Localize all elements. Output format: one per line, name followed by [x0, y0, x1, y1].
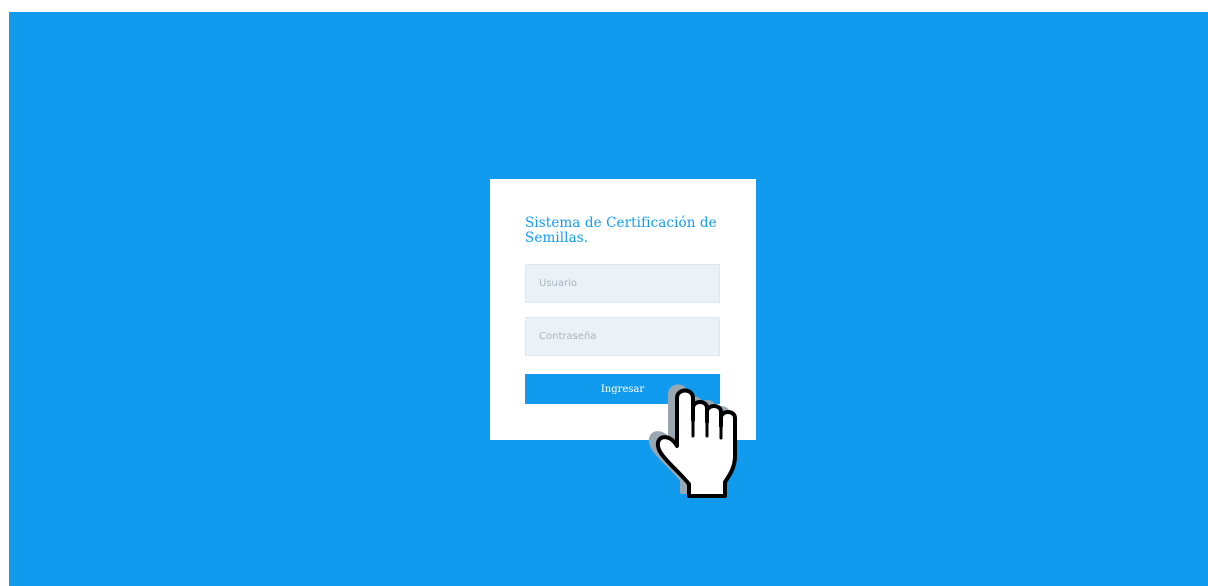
login-title: Sistema de Certificación de Semillas. [525, 215, 717, 246]
hand-pointer-icon [648, 384, 737, 498]
username-input[interactable] [525, 264, 720, 303]
password-input[interactable] [525, 317, 720, 356]
